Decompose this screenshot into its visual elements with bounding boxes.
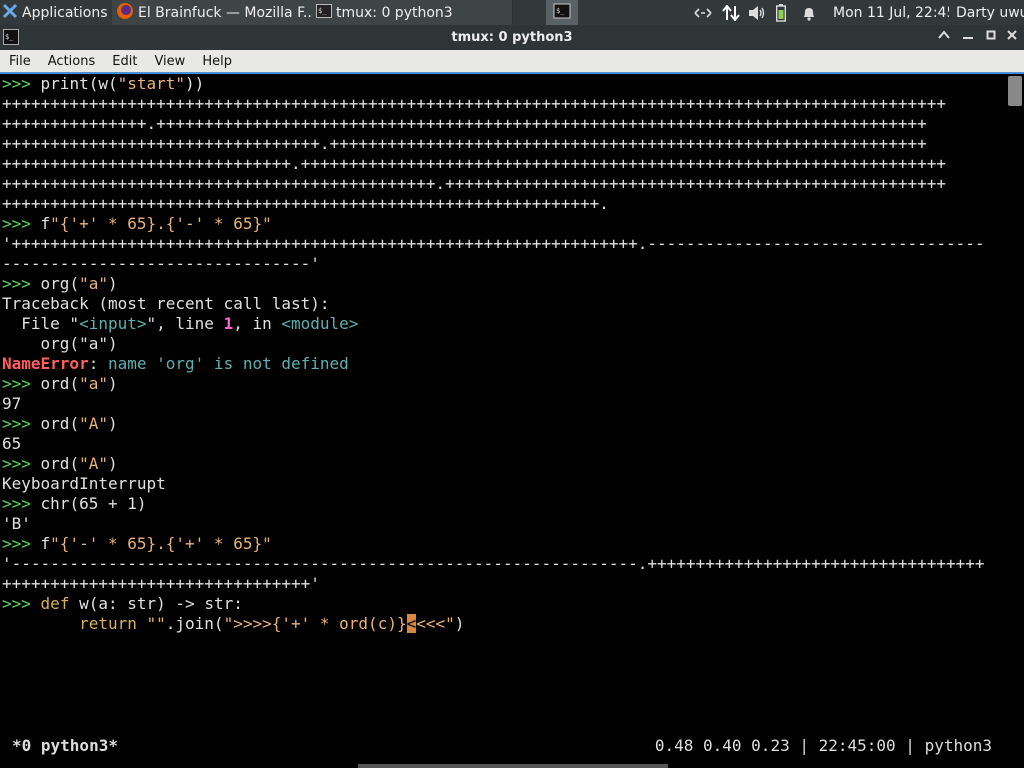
terminal-launcher[interactable]: $_ — [546, 0, 578, 25]
updown-arrows-icon[interactable] — [722, 0, 744, 25]
terminal-line: '+++++++++++++++++++++++++++++++++++++++… — [2, 234, 985, 253]
window-titlebar[interactable]: $_ tmux: 0 python3 — [0, 25, 1024, 50]
terminal-line: >>> def w(a: str) -> str: — [2, 594, 243, 613]
top-panel: Applications ⋮ El Brainfuck — Mozilla F.… — [0, 0, 1024, 25]
tmux-window-label[interactable]: *0 python3* — [12, 736, 118, 755]
terminal-line: KeyboardInterrupt — [2, 474, 166, 493]
close-icon[interactable] — [1004, 29, 1020, 45]
terminal-line: ++++++++++++++++++++++++++++++++++++++++… — [2, 94, 947, 113]
user-menu[interactable]: Darty uwu — [956, 0, 1024, 25]
terminal-line: 97 — [2, 394, 22, 413]
battery-icon[interactable] — [776, 0, 792, 25]
terminal-line: >>> ord("A") — [2, 414, 118, 433]
xfce-mouse-icon — [2, 3, 18, 23]
tmux-status-right: 0.48 0.40 0.23 | 22:45:00 | python3 — [654, 736, 992, 755]
menu-actions[interactable]: Actions — [39, 54, 104, 69]
terminal-line: +++++++++++++++.++++++++++++++++++++++++… — [2, 114, 927, 133]
terminal-line: --------------------------------' — [2, 254, 320, 273]
menu-edit[interactable]: Edit — [103, 54, 145, 69]
terminal-line: >>> f"{'-' * 65}.{'+' * 65}" — [2, 534, 272, 553]
terminal-line: return "".join(">>>>{'+' * ord(c)}<<<<") — [79, 614, 465, 633]
window-title: tmux: 0 python3 — [451, 30, 573, 45]
menu-file[interactable]: File — [0, 54, 39, 69]
minimize-icon[interactable] — [960, 29, 976, 45]
terminal-line: Traceback (most recent call last): — [2, 294, 330, 313]
task-firefox[interactable]: El Brainfuck — Mozilla F... — [112, 0, 315, 25]
network-arrows-icon[interactable] — [694, 0, 716, 25]
svg-text:$_: $_ — [318, 7, 327, 15]
firefox-icon — [116, 2, 134, 24]
terminal-line: +++++++++++++++++++++++++++++++++.++++++… — [2, 134, 927, 153]
terminal-line: NameError: name 'org' is not defined — [2, 354, 349, 373]
task-firefox-label: El Brainfuck — Mozilla F... — [138, 4, 315, 21]
terminal-area[interactable]: >>> print(w("start")) +++++++++++++++++++… — [2, 74, 1022, 764]
menu-view[interactable]: View — [145, 54, 193, 69]
speaker-icon[interactable] — [748, 0, 770, 25]
applications-label: Applications — [22, 4, 108, 21]
terminal-line: >>> f"{'+' * 65}.{'-' * 65}" — [2, 214, 272, 233]
applications-menu[interactable]: Applications ⋮ — [2, 0, 112, 25]
terminal-line: File "<input>", line 1, in <module> — [2, 314, 359, 333]
task-tmux-label: tmux: 0 python3 — [336, 4, 453, 21]
task-tmux[interactable]: $_ tmux: 0 python3 — [312, 0, 513, 25]
keep-above-icon[interactable] — [936, 29, 952, 45]
svg-text:$_: $_ — [556, 7, 565, 15]
menu-bar: File Actions Edit View Help — [0, 50, 1024, 74]
terminal-line: >>> org("a") — [2, 274, 118, 293]
bottom-scroll-indicator — [358, 764, 668, 768]
terminal-line: org("a") — [2, 334, 118, 353]
terminal-icon: $_ — [316, 3, 332, 23]
terminal-scrollbar[interactable] — [1008, 76, 1022, 106]
bell-icon[interactable] — [801, 0, 819, 25]
terminal-line: '---------------------------------------… — [2, 554, 985, 573]
tmux-status-bar: *0 python3* 0.48 0.40 0.23 | 22:45:00 | … — [12, 736, 1012, 756]
terminal-launcher-icon: $_ — [553, 2, 571, 24]
terminal-line: ++++++++++++++++++++++++++++++++++++++++… — [2, 174, 947, 193]
terminal-line: ++++++++++++++++++++++++++++++.+++++++++… — [2, 154, 947, 173]
terminal-line: >>> chr(65 + 1) — [2, 494, 147, 513]
terminal-line: >>> print(w("start")) — [2, 74, 205, 93]
terminal-line: 65 — [2, 434, 22, 453]
terminal-line: ++++++++++++++++++++++++++++++++' — [2, 574, 320, 593]
terminal-line: >>> ord("A") — [2, 454, 118, 473]
maximize-icon[interactable] — [983, 29, 999, 45]
terminal-line: >>> ord("a") — [2, 374, 118, 393]
terminal-line: ++++++++++++++++++++++++++++++++++++++++… — [2, 194, 609, 213]
menu-help[interactable]: Help — [193, 54, 240, 69]
clock[interactable]: Mon 11 Jul, 22:45 — [833, 0, 949, 25]
terminal-line: 'B' — [2, 514, 31, 533]
